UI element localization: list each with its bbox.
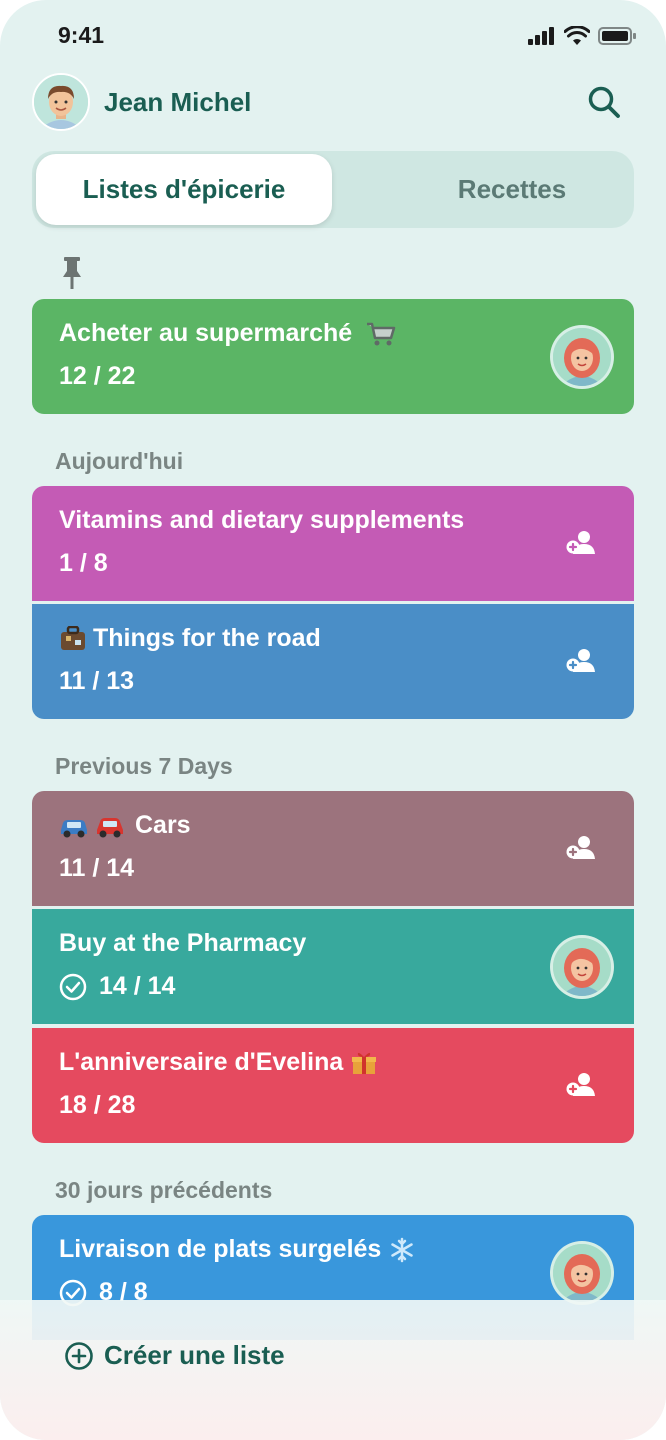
list-title: Buy at the Pharmacy (59, 929, 307, 957)
signal-icon (528, 26, 554, 45)
add-user-icon[interactable] (566, 530, 596, 556)
snowflake-icon (391, 1237, 414, 1262)
pin-icon (63, 257, 81, 289)
section-label-today: Aujourd'hui (55, 448, 184, 474)
list-title: Acheter au supermarché (59, 319, 353, 347)
list-count: 14 / 14 (99, 972, 176, 1000)
list-count: 1 / 8 (59, 549, 108, 577)
add-user-icon[interactable] (566, 1072, 596, 1098)
list-title: L'anniversaire d'Evelina (59, 1048, 344, 1076)
list-title: Vitamins and dietary supplements (59, 506, 465, 534)
create-list-button[interactable]: Créer une liste (64, 1340, 285, 1371)
list-count: 11 / 14 (59, 854, 135, 882)
list-count: 12 / 22 (59, 362, 136, 390)
section-label-previous-30-days: 30 jours précédents (55, 1177, 273, 1203)
status-bar: 9:41 (0, 0, 666, 78)
list-card-pharmacy[interactable]: Buy at the Pharmacy 14 / 14 (32, 909, 634, 1024)
list-card-birthday[interactable]: L'anniversaire d'Evelina 18 / 28 (32, 1028, 634, 1143)
section-label-previous-7-days: Previous 7 Days (55, 753, 233, 779)
car-red-icon (97, 817, 123, 837)
add-user-icon[interactable] (566, 835, 596, 861)
status-time: 9:41 (58, 22, 105, 48)
app-screen: 9:41 Jean Michel Listes d'épicerie Recet… (0, 0, 666, 1440)
list-card-road[interactable]: Things for the road 11 / 13 (32, 604, 634, 719)
list-title: Things for the road (93, 624, 321, 652)
user-avatar[interactable] (32, 73, 90, 131)
suitcase-icon (61, 625, 85, 650)
create-list-label: Créer une liste (104, 1340, 285, 1370)
user-name[interactable]: Jean Michel (104, 87, 251, 118)
search-icon[interactable] (586, 84, 622, 120)
segmented-tabs: Listes d'épicerie Recettes (32, 151, 634, 228)
battery-icon (598, 26, 636, 45)
car-blue-icon (61, 819, 87, 837)
shared-user-avatar[interactable] (550, 1241, 614, 1305)
gift-icon (352, 1052, 377, 1074)
tab-recipes[interactable]: Recettes (362, 154, 662, 225)
add-user-icon[interactable] (566, 648, 596, 674)
list-title: Cars (135, 811, 191, 839)
list-count: 18 / 28 (59, 1091, 136, 1119)
list-card-supermarket[interactable]: Acheter au supermarché 12 / 22 (32, 299, 634, 414)
list-title: Livraison de plats surgelés (59, 1235, 382, 1263)
list-count: 11 / 13 (59, 667, 135, 695)
tab-grocery-lists[interactable]: Listes d'épicerie (36, 154, 332, 225)
list-card-vitamins[interactable]: Vitamins and dietary supplements 1 / 8 (32, 486, 634, 601)
cart-icon (367, 322, 396, 345)
wifi-icon (564, 26, 590, 45)
shared-user-avatar[interactable] (550, 325, 614, 389)
system-icons (528, 26, 636, 45)
list-card-cars[interactable]: Cars 11 / 14 (32, 791, 634, 906)
plus-circle-icon (65, 1341, 93, 1370)
shared-user-avatar[interactable] (550, 935, 614, 999)
check-circle-icon (59, 973, 87, 1000)
user-profile[interactable]: Jean Michel (32, 72, 251, 132)
